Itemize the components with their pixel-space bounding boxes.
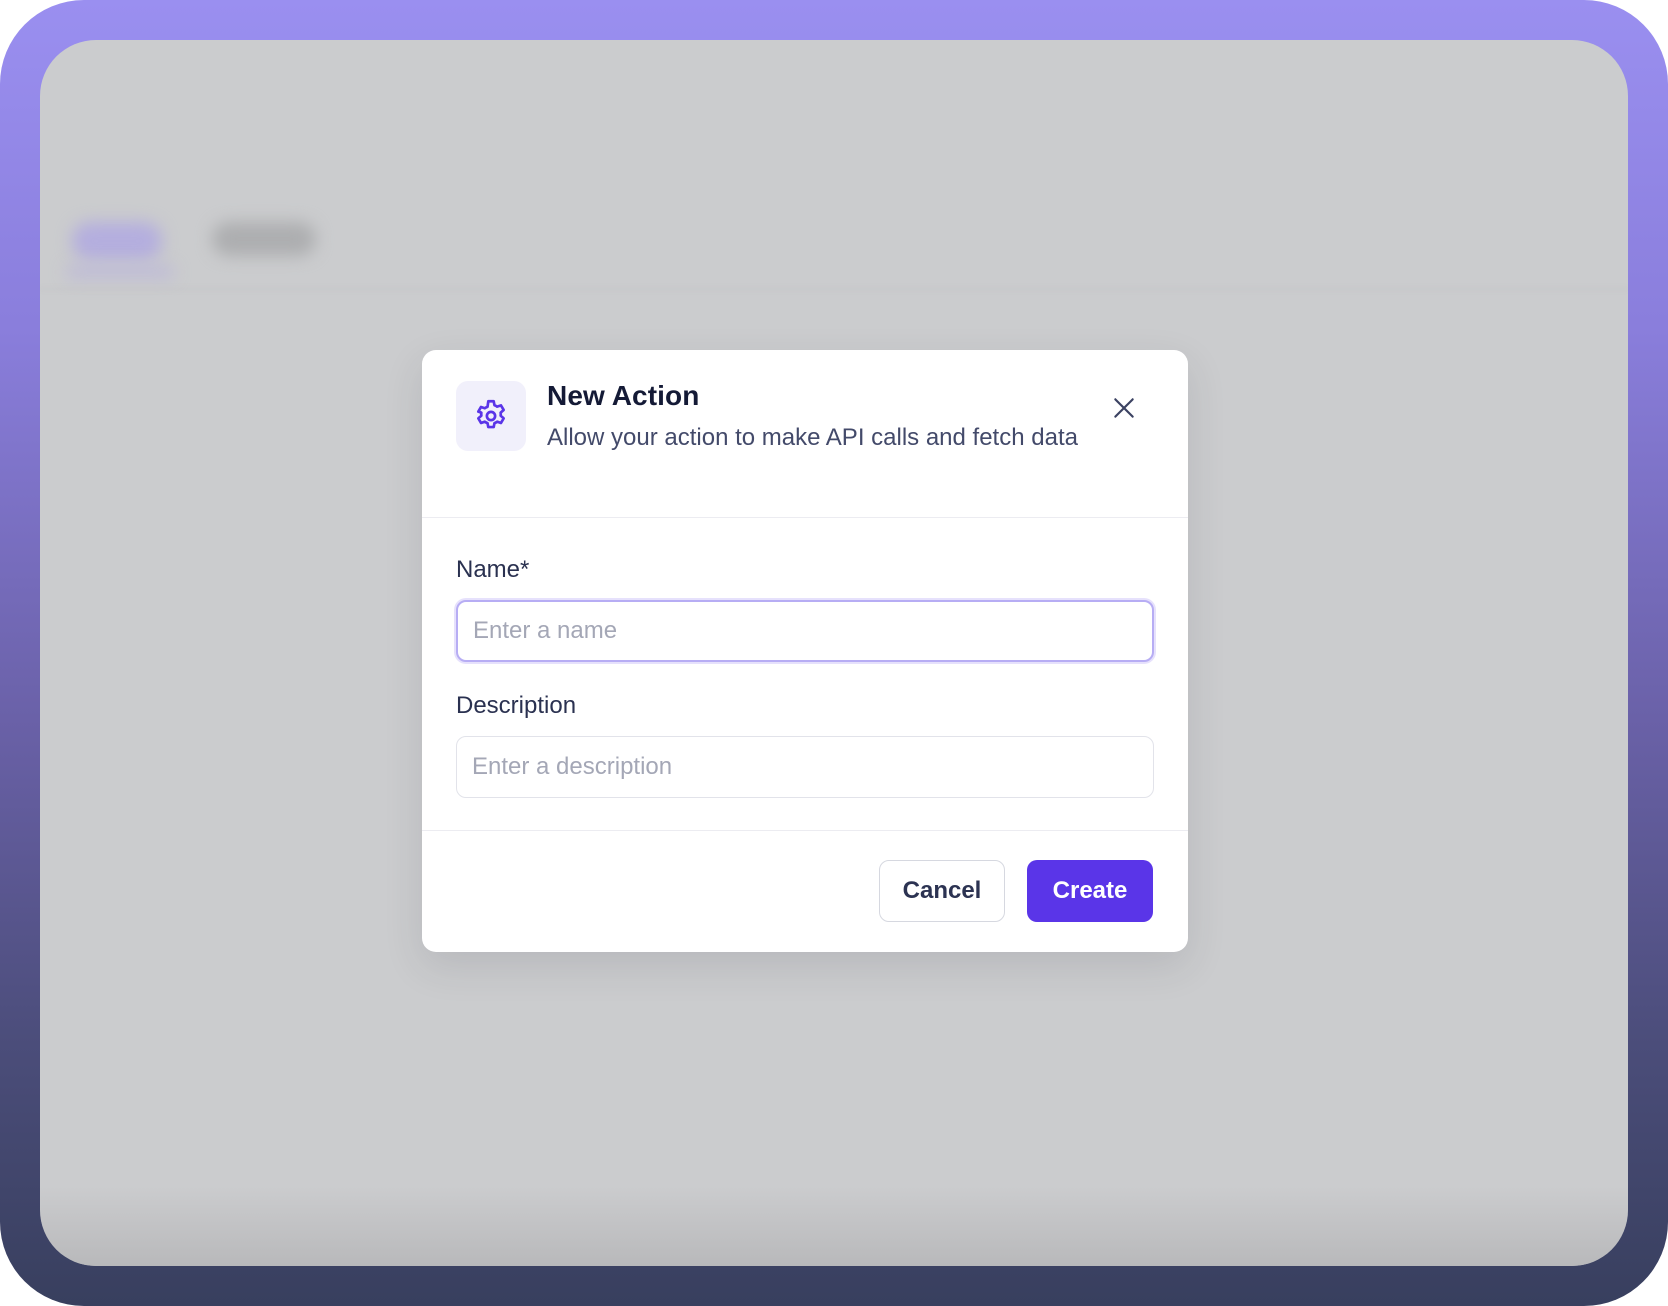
blurred-tab <box>212 222 316 256</box>
dialog-body: Name* Description <box>422 518 1188 831</box>
new-action-dialog: New Action Allow your action to make API… <box>422 350 1188 952</box>
dialog-title: New Action <box>547 380 700 411</box>
screen-bottom-shade <box>40 1186 1628 1266</box>
close-button[interactable] <box>1108 392 1140 424</box>
device-frame: New Action Allow your action to make API… <box>0 0 1668 1306</box>
name-input[interactable] <box>456 600 1154 662</box>
dialog-subtitle: Allow your action to make API calls and … <box>547 424 1078 451</box>
description-label: Description <box>456 692 577 719</box>
gear-icon <box>476 399 506 429</box>
blurred-divider <box>40 288 1628 290</box>
close-icon <box>1114 398 1134 418</box>
blurred-tab-active <box>72 222 162 260</box>
dialog-footer: Cancel Create <box>422 831 1188 952</box>
name-label: Name* <box>456 556 530 583</box>
dialog-header: New Action Allow your action to make API… <box>422 350 1188 518</box>
header-icon-container <box>456 381 526 451</box>
description-input[interactable] <box>456 736 1154 798</box>
cancel-button[interactable]: Cancel <box>879 860 1005 922</box>
blurred-tab-underline <box>66 266 174 278</box>
create-button[interactable]: Create <box>1027 860 1153 922</box>
